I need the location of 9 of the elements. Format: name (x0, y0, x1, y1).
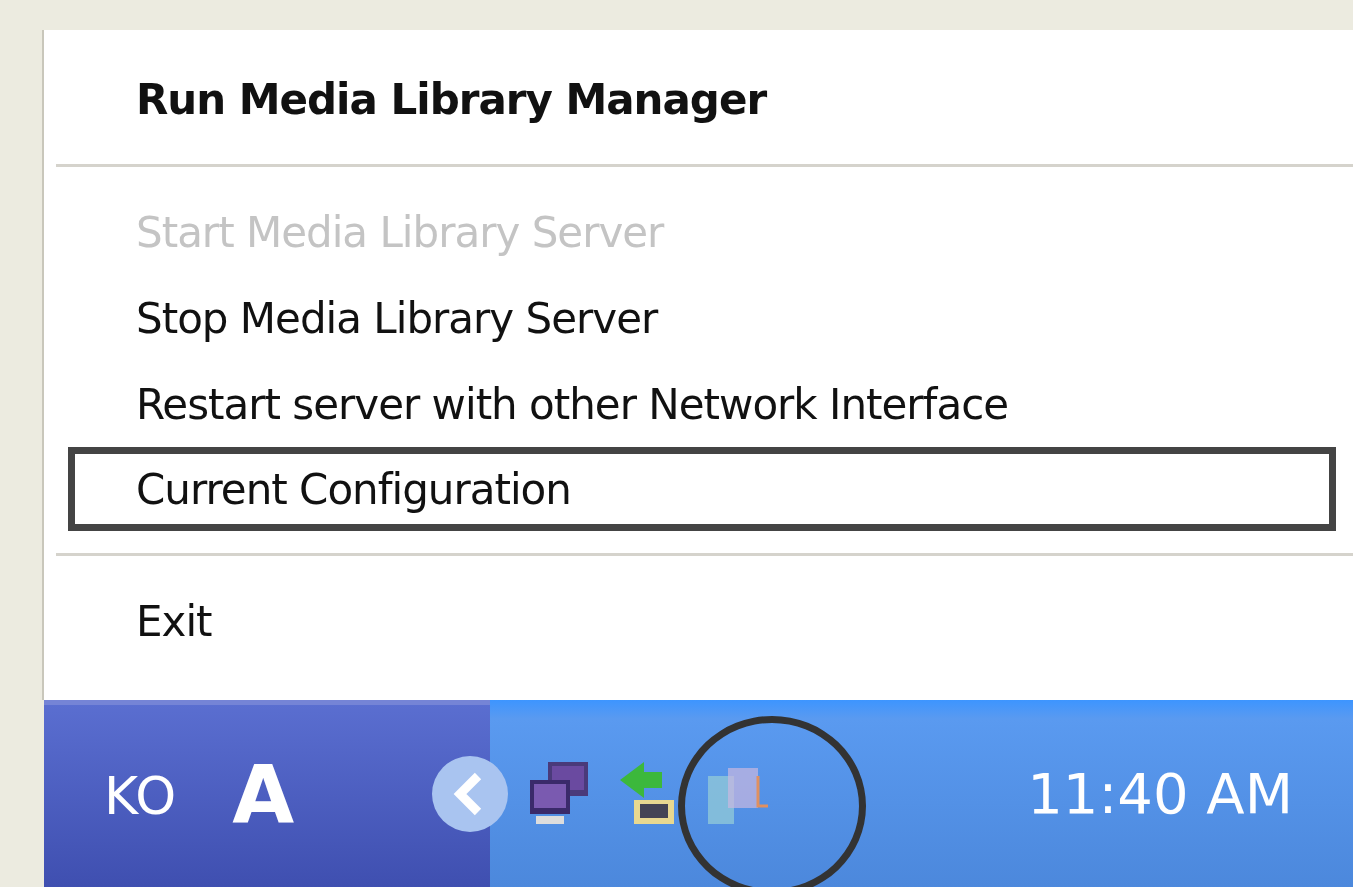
menu-item[interactable]: Run Media Library Manager (44, 56, 1353, 142)
menu-item[interactable]: Stop Media Library Server (44, 275, 1353, 361)
menu-item[interactable]: Restart server with other Network Interface (44, 361, 1353, 447)
language-indicator[interactable]: KO (104, 757, 177, 835)
menu-item[interactable]: Exit (44, 578, 1353, 664)
chevron-icon[interactable] (430, 753, 510, 834)
input-mode-indicator[interactable]: A (232, 736, 295, 856)
menu-item[interactable]: Current Configuration (68, 447, 1336, 531)
clock: 11:40 AM (1027, 759, 1293, 828)
